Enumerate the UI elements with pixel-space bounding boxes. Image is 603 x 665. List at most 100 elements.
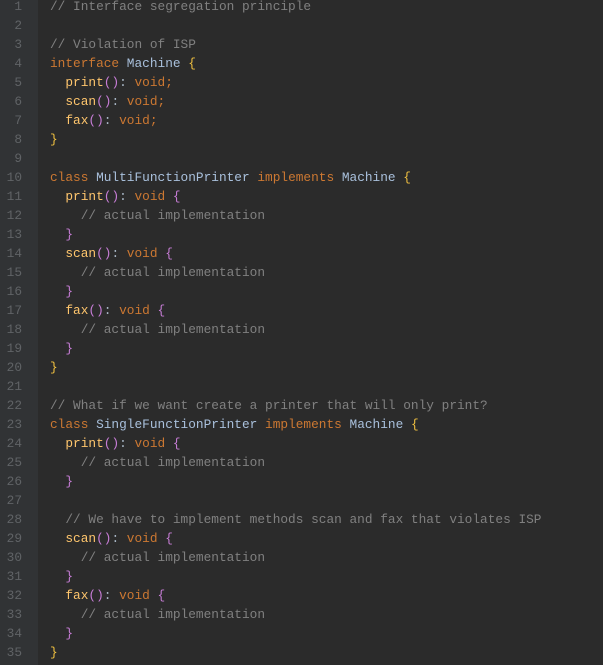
code-line[interactable]: 29 scan(): void { [0,529,603,548]
code-token: // actual implementation [80,208,266,223]
code-line[interactable]: 26 } [0,472,603,491]
code-token: : [111,531,127,546]
code-line[interactable]: 19 } [0,339,603,358]
code-token: void [119,113,150,128]
code-token: { [172,436,181,451]
code-token: () [96,94,112,109]
line-number: 31 [6,569,22,584]
code-token: SingleFunctionPrinter [96,417,266,432]
code-line[interactable]: 24 print(): void { [0,434,603,453]
code-line[interactable]: 11 print(): void { [0,187,603,206]
code-line[interactable]: 18 // actual implementation [0,320,603,339]
code-token: // Violation of ISP [50,37,196,52]
code-token: implements [257,170,342,185]
code-token: MultiFunctionPrinter [96,170,258,185]
code-token: implements [265,417,350,432]
code-token: fax [65,588,89,603]
code-line[interactable]: 34 } [0,624,603,643]
code-editor[interactable]: 1// Interface segregation principle 2 3// … [0,0,603,662]
code-line[interactable]: 8} [0,130,603,149]
code-token: Machine [126,56,189,71]
code-token: { [188,56,196,71]
code-token: void [134,189,173,204]
code-token: // actual implementation [80,265,266,280]
code-line[interactable]: 33 // actual implementation [0,605,603,624]
code-line[interactable]: 4 interface Machine { [0,54,603,73]
line-number: 8 [14,132,22,147]
code-token: // actual implementation [80,322,266,337]
code-token: () [96,246,112,261]
code-token: // We have to implement methods scan and… [65,512,542,527]
code-line[interactable]: 20} [0,358,603,377]
line-number: 10 [6,170,22,185]
code-token: fax [65,303,89,318]
code-line[interactable]: 2 [0,16,603,35]
code-token: } [65,626,74,641]
code-line[interactable]: 31 } [0,567,603,586]
code-token: : [119,189,135,204]
code-line[interactable]: 7 fax(): void; [0,111,603,130]
line-number: 27 [6,493,22,508]
code-token: { [165,246,173,261]
code-token: class [50,170,97,185]
line-number: 28 [6,512,22,527]
code-line[interactable]: 14 scan(): void { [0,244,603,263]
code-line[interactable]: 1 // Interface segregation principle [0,0,603,16]
line-number: 1 [14,0,22,14]
code-token: } [65,569,74,584]
line-number: 11 [6,189,22,204]
code-line[interactable]: 30 // actual implementation [0,548,603,567]
code-line[interactable]: 22 // What if we want create a printer th… [0,396,603,415]
code-token: // actual implementation [80,550,266,565]
line-number: 9 [14,151,22,166]
code-line[interactable]: 10 class MultiFunctionPrinter implements … [0,168,603,187]
code-line[interactable]: 32 fax(): void { [0,586,603,605]
code-token: : [103,588,120,603]
code-line[interactable]: 28 // We have to implement methods scan … [0,510,603,529]
code-token: Machine [341,170,404,185]
line-number: 5 [14,75,22,90]
code-line[interactable]: 23 class SingleFunctionPrinter implements… [0,415,603,434]
line-number: 4 [14,56,22,71]
code-token: { [157,588,166,603]
code-line[interactable]: 16 } [0,282,603,301]
code-token: { [403,170,411,185]
code-line[interactable]: 35} [0,643,603,662]
code-line[interactable]: 9 [0,149,603,168]
code-line[interactable]: 12 // actual implementation [0,206,603,225]
code-token: () [96,531,112,546]
code-token: scan [65,94,97,109]
code-line[interactable]: 15 // actual implementation [0,263,603,282]
code-token: () [88,113,104,128]
code-token: () [103,436,120,451]
line-number: 30 [6,550,22,565]
line-number: 15 [6,265,22,280]
line-number: 16 [6,284,22,299]
code-line[interactable]: 27 [0,491,603,510]
code-line[interactable]: 13 } [0,225,603,244]
code-line[interactable]: 6 scan(): void; [0,92,603,111]
code-line[interactable]: 3 // Violation of ISP [0,35,603,54]
line-number: 33 [6,607,22,622]
code-line[interactable]: 25 // actual implementation [0,453,603,472]
code-token: { [157,303,166,318]
line-number: 24 [6,436,22,451]
code-token: Machine [349,417,411,432]
code-line[interactable]: 21 [0,377,603,396]
code-line[interactable]: 5 print(): void; [0,73,603,92]
code-line[interactable]: 17 fax(): void { [0,301,603,320]
